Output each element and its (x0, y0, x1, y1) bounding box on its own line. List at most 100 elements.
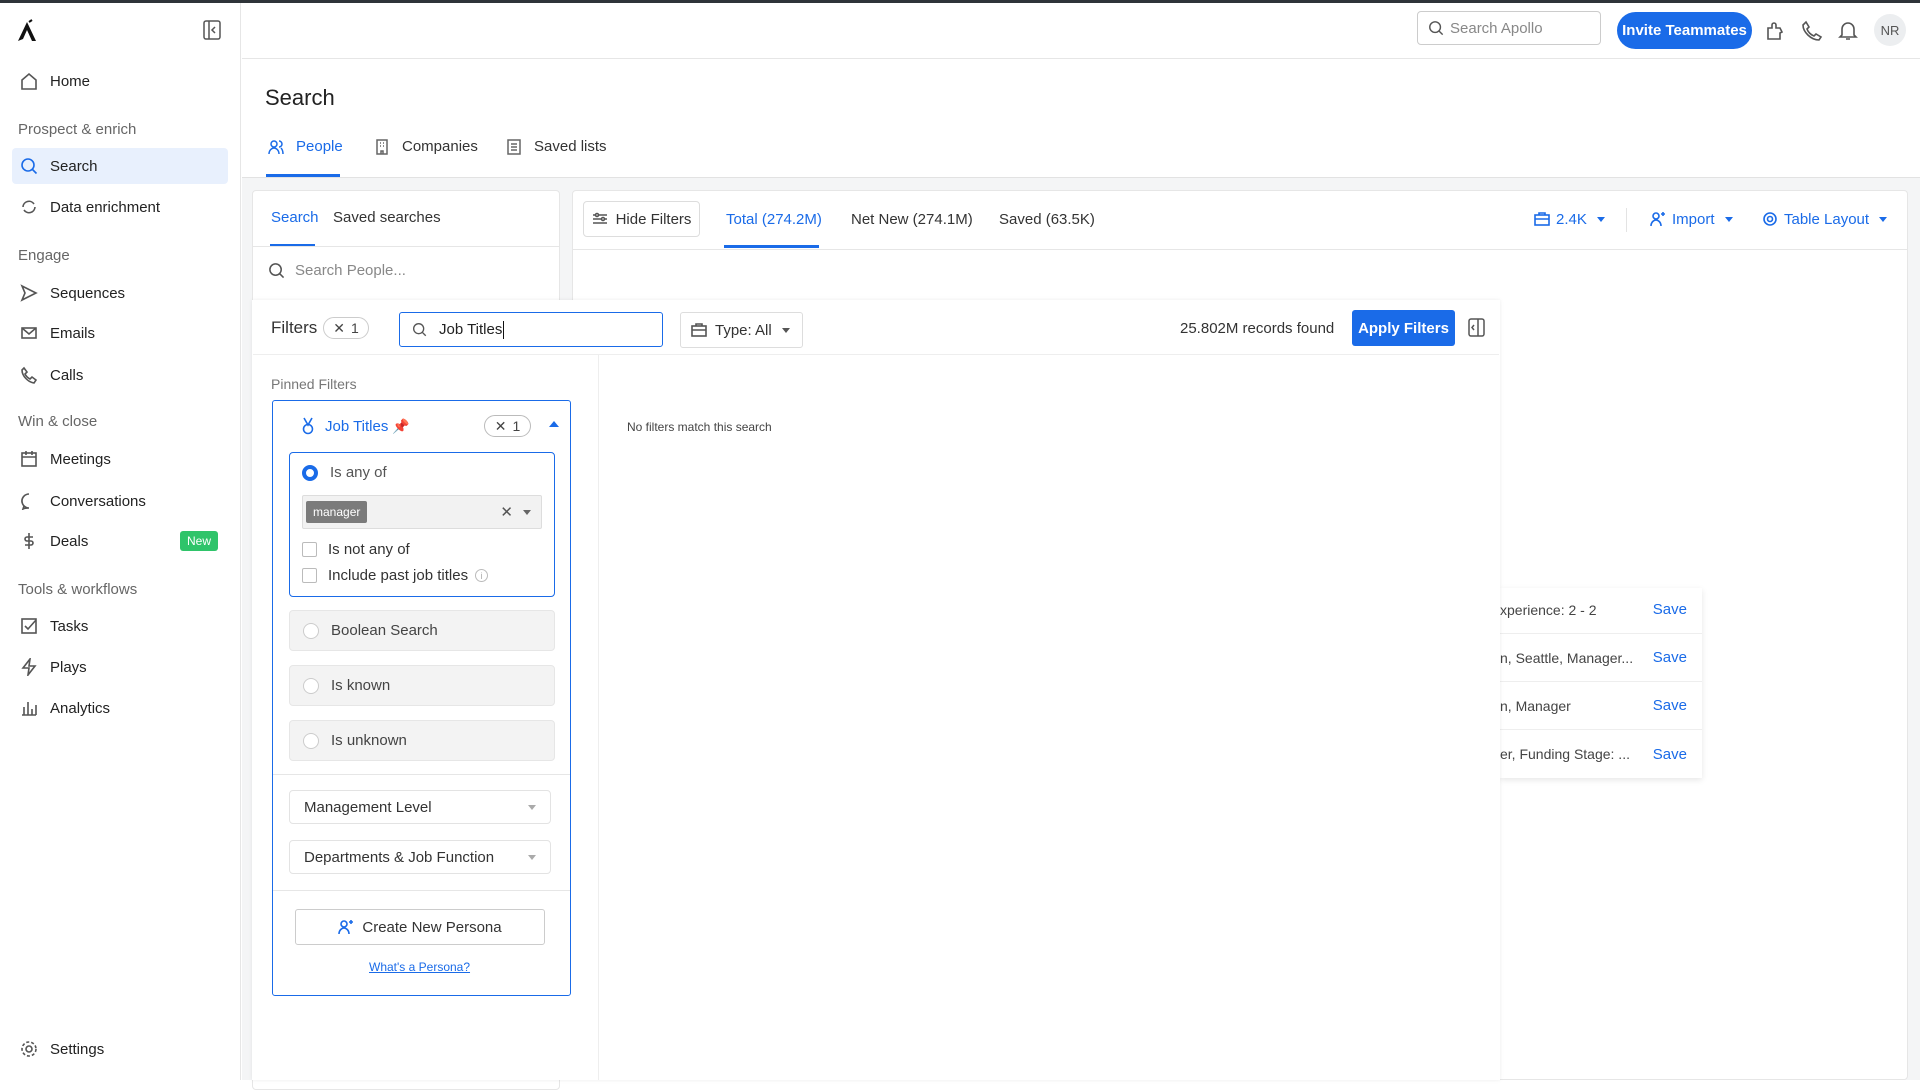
list-icon (507, 138, 521, 155)
sidebar-item-deals[interactable]: Deals New (12, 523, 228, 559)
job-titles-select[interactable]: manager ✕ (302, 495, 542, 529)
eye-icon (1763, 212, 1777, 226)
section-label: Win & close (18, 413, 98, 430)
filter-search-input[interactable]: Job Titles (399, 312, 663, 347)
create-persona-button[interactable]: Create New Persona (295, 909, 545, 945)
tag-chip[interactable]: manager (306, 501, 368, 523)
new-badge: New (179, 531, 218, 551)
building-icon (376, 138, 388, 155)
no-filters-message: No filters match this search (627, 420, 772, 434)
section-label: Engage (18, 247, 70, 264)
sidebar-item-emails[interactable]: Emails (12, 315, 228, 351)
sidebar-item-conversations[interactable]: Conversations (12, 483, 228, 519)
type-dropdown[interactable]: Type: All (680, 312, 803, 348)
chat-icon (21, 493, 30, 510)
send-icon (20, 284, 38, 302)
phone-icon[interactable] (1801, 20, 1823, 42)
collapse-sidebar-icon[interactable] (203, 20, 221, 40)
clear-job-titles-chip[interactable]: ✕ 1 (484, 415, 531, 437)
management-level-dropdown[interactable]: Management Level (289, 790, 551, 824)
section-label: Tools & workflows (18, 581, 138, 598)
global-search-input[interactable]: Search Apollo (1417, 11, 1601, 45)
active-tab-indicator (724, 245, 819, 248)
clear-filters-chip[interactable]: ✕ 1 (323, 317, 369, 339)
apply-filters-button[interactable]: Apply Filters (1352, 310, 1455, 346)
sidebar-item-meetings[interactable]: Meetings (12, 441, 228, 477)
bell-icon[interactable] (1837, 19, 1859, 41)
sidebar-item-settings[interactable]: Settings (12, 1031, 228, 1067)
boolean-search-option[interactable]: Boolean Search (289, 610, 555, 651)
apollo-logo-icon[interactable] (16, 19, 40, 43)
add-user-icon (1650, 212, 1665, 227)
save-button[interactable]: Save (1653, 746, 1687, 763)
tab-companies[interactable]: Companies (374, 138, 478, 155)
sidebar-item-tasks[interactable]: Tasks (12, 608, 228, 644)
search-people-input[interactable]: Search People... (268, 262, 406, 279)
pinned-filters-label: Pinned Filters (271, 376, 357, 392)
save-button[interactable]: Save (1653, 697, 1687, 714)
job-titles-filter-header[interactable]: Job Titles 📌 (301, 417, 410, 435)
tab-people[interactable]: People (268, 138, 343, 155)
phone-icon (21, 366, 38, 384)
save-button[interactable]: Save (1653, 649, 1687, 666)
search-icon (413, 323, 427, 337)
pin-icon[interactable]: 📌 (392, 418, 409, 435)
page-title: Search (265, 85, 335, 110)
avatar[interactable]: NR (1874, 14, 1906, 46)
include-past-checkbox[interactable]: Include past job titles i (302, 567, 489, 584)
is-not-any-of-checkbox[interactable]: Is not any of (302, 541, 410, 558)
add-user-icon (338, 920, 354, 935)
hide-filters-button[interactable]: Hide Filters (583, 201, 700, 237)
whats-persona-link[interactable]: What's a Persona? (369, 960, 470, 974)
sidebar-item-plays[interactable]: Plays (12, 649, 228, 685)
sidebar: Home Prospect & enrich Search Data enric… (0, 3, 241, 1080)
briefcase-icon (1534, 212, 1550, 226)
tab-saved-searches[interactable]: Saved searches (333, 209, 441, 226)
invite-teammates-button[interactable]: Invite Teammates (1617, 12, 1752, 49)
search-icon (269, 263, 285, 279)
divider (273, 890, 570, 891)
briefcase-icon (691, 323, 707, 337)
departments-dropdown[interactable]: Departments & Job Function (289, 840, 551, 874)
dollar-icon (24, 533, 34, 549)
calendar-icon (21, 451, 37, 467)
divider (253, 246, 559, 247)
puzzle-icon[interactable] (1764, 20, 1786, 42)
chevron-up-icon[interactable] (549, 421, 559, 427)
divider (273, 774, 570, 775)
close-icon: ✕ (333, 319, 345, 336)
sliders-icon (592, 212, 607, 224)
credits-dropdown[interactable]: 2.4K (1534, 208, 1605, 230)
import-dropdown[interactable]: Import (1650, 208, 1733, 230)
is-unknown-option[interactable]: Is unknown (289, 720, 555, 761)
sidebar-item-data-enrichment[interactable]: Data enrichment (12, 189, 228, 225)
clear-icon[interactable]: ✕ (500, 503, 513, 521)
sidebar-item-sequences[interactable]: Sequences (12, 275, 228, 311)
tab-saved[interactable]: Saved (63.5K) (999, 208, 1095, 230)
list-item[interactable]: er, Funding Stage: ... Save (1500, 730, 1702, 778)
list-item[interactable]: n, Manager Save (1500, 682, 1702, 730)
home-icon (21, 72, 37, 90)
people-icon (268, 139, 284, 154)
divider (573, 249, 1907, 250)
divider (253, 354, 1499, 355)
tab-search[interactable]: Search (271, 209, 319, 226)
is-known-option[interactable]: Is known (289, 665, 555, 706)
tab-total[interactable]: Total (274.2M) (726, 208, 822, 230)
sidebar-item-search[interactable]: Search (12, 148, 228, 184)
table-layout-dropdown[interactable]: Table Layout (1762, 208, 1888, 230)
tab-net-new[interactable]: Net New (274.1M) (851, 208, 973, 230)
section-label: Prospect & enrich (18, 121, 137, 138)
gear-icon (21, 1041, 37, 1057)
panel-toggle-icon[interactable] (1468, 318, 1485, 337)
info-icon[interactable]: i (475, 569, 489, 582)
tab-saved-lists[interactable]: Saved lists (506, 138, 607, 155)
bar-chart-icon (22, 702, 37, 716)
list-item[interactable]: n, Seattle, Manager... Save (1500, 634, 1702, 682)
sidebar-item-home[interactable]: Home (12, 63, 228, 99)
save-button[interactable]: Save (1653, 601, 1687, 618)
sidebar-item-analytics[interactable]: Analytics (12, 690, 228, 726)
is-any-of-radio[interactable]: Is any of (302, 464, 387, 481)
sidebar-item-calls[interactable]: Calls (12, 357, 228, 393)
list-item[interactable]: xperience: 2 - 2 Save (1500, 586, 1702, 634)
